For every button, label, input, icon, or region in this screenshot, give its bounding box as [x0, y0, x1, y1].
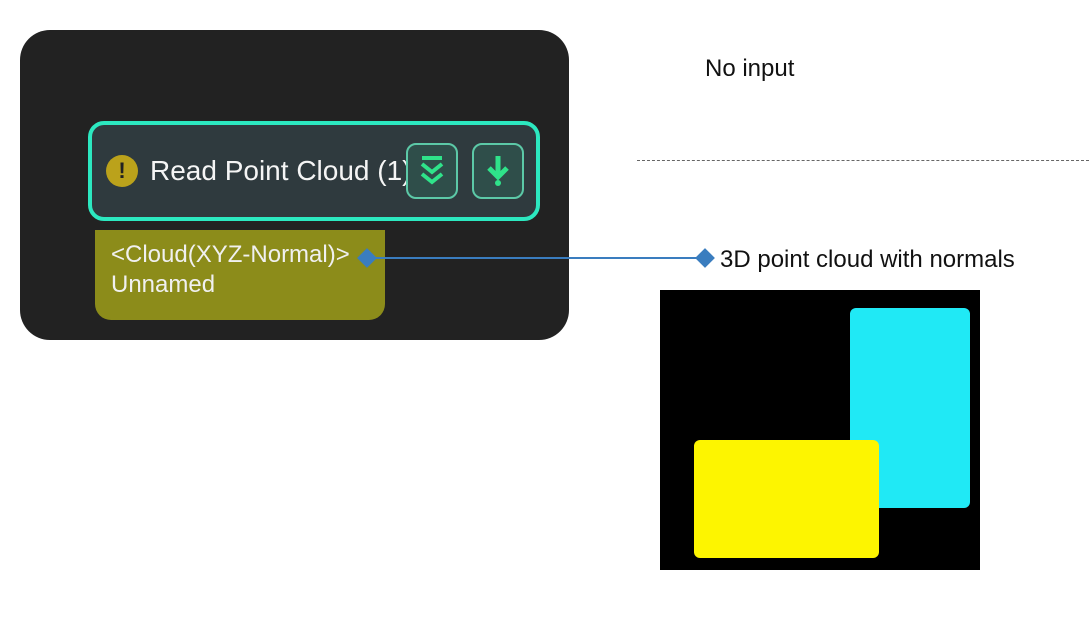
node-panel: Read Point Cloud (1) <Cloud(XYZ-Normal)>…	[20, 30, 569, 340]
node-output-port[interactable]: <Cloud(XYZ-Normal)> Unnamed	[95, 230, 385, 320]
expand-all-icon	[418, 154, 446, 188]
node-title: Read Point Cloud (1)	[150, 155, 411, 187]
connector-endpoint-right	[695, 248, 715, 268]
node-header[interactable]: Read Point Cloud (1)	[88, 121, 540, 221]
download-button[interactable]	[472, 143, 524, 199]
output-name-label: Unnamed	[111, 270, 371, 300]
output-type-label: <Cloud(XYZ-Normal)>	[111, 240, 371, 270]
warning-icon	[106, 155, 138, 187]
preview-yellow-region	[694, 440, 879, 558]
no-input-label: No input	[705, 55, 794, 83]
section-divider	[637, 160, 1089, 161]
connector-line	[366, 257, 704, 259]
pointcloud-preview	[660, 290, 980, 570]
expand-all-button[interactable]	[406, 143, 458, 199]
output-description-label: 3D point cloud with normals	[720, 246, 1015, 274]
download-icon	[486, 154, 510, 188]
